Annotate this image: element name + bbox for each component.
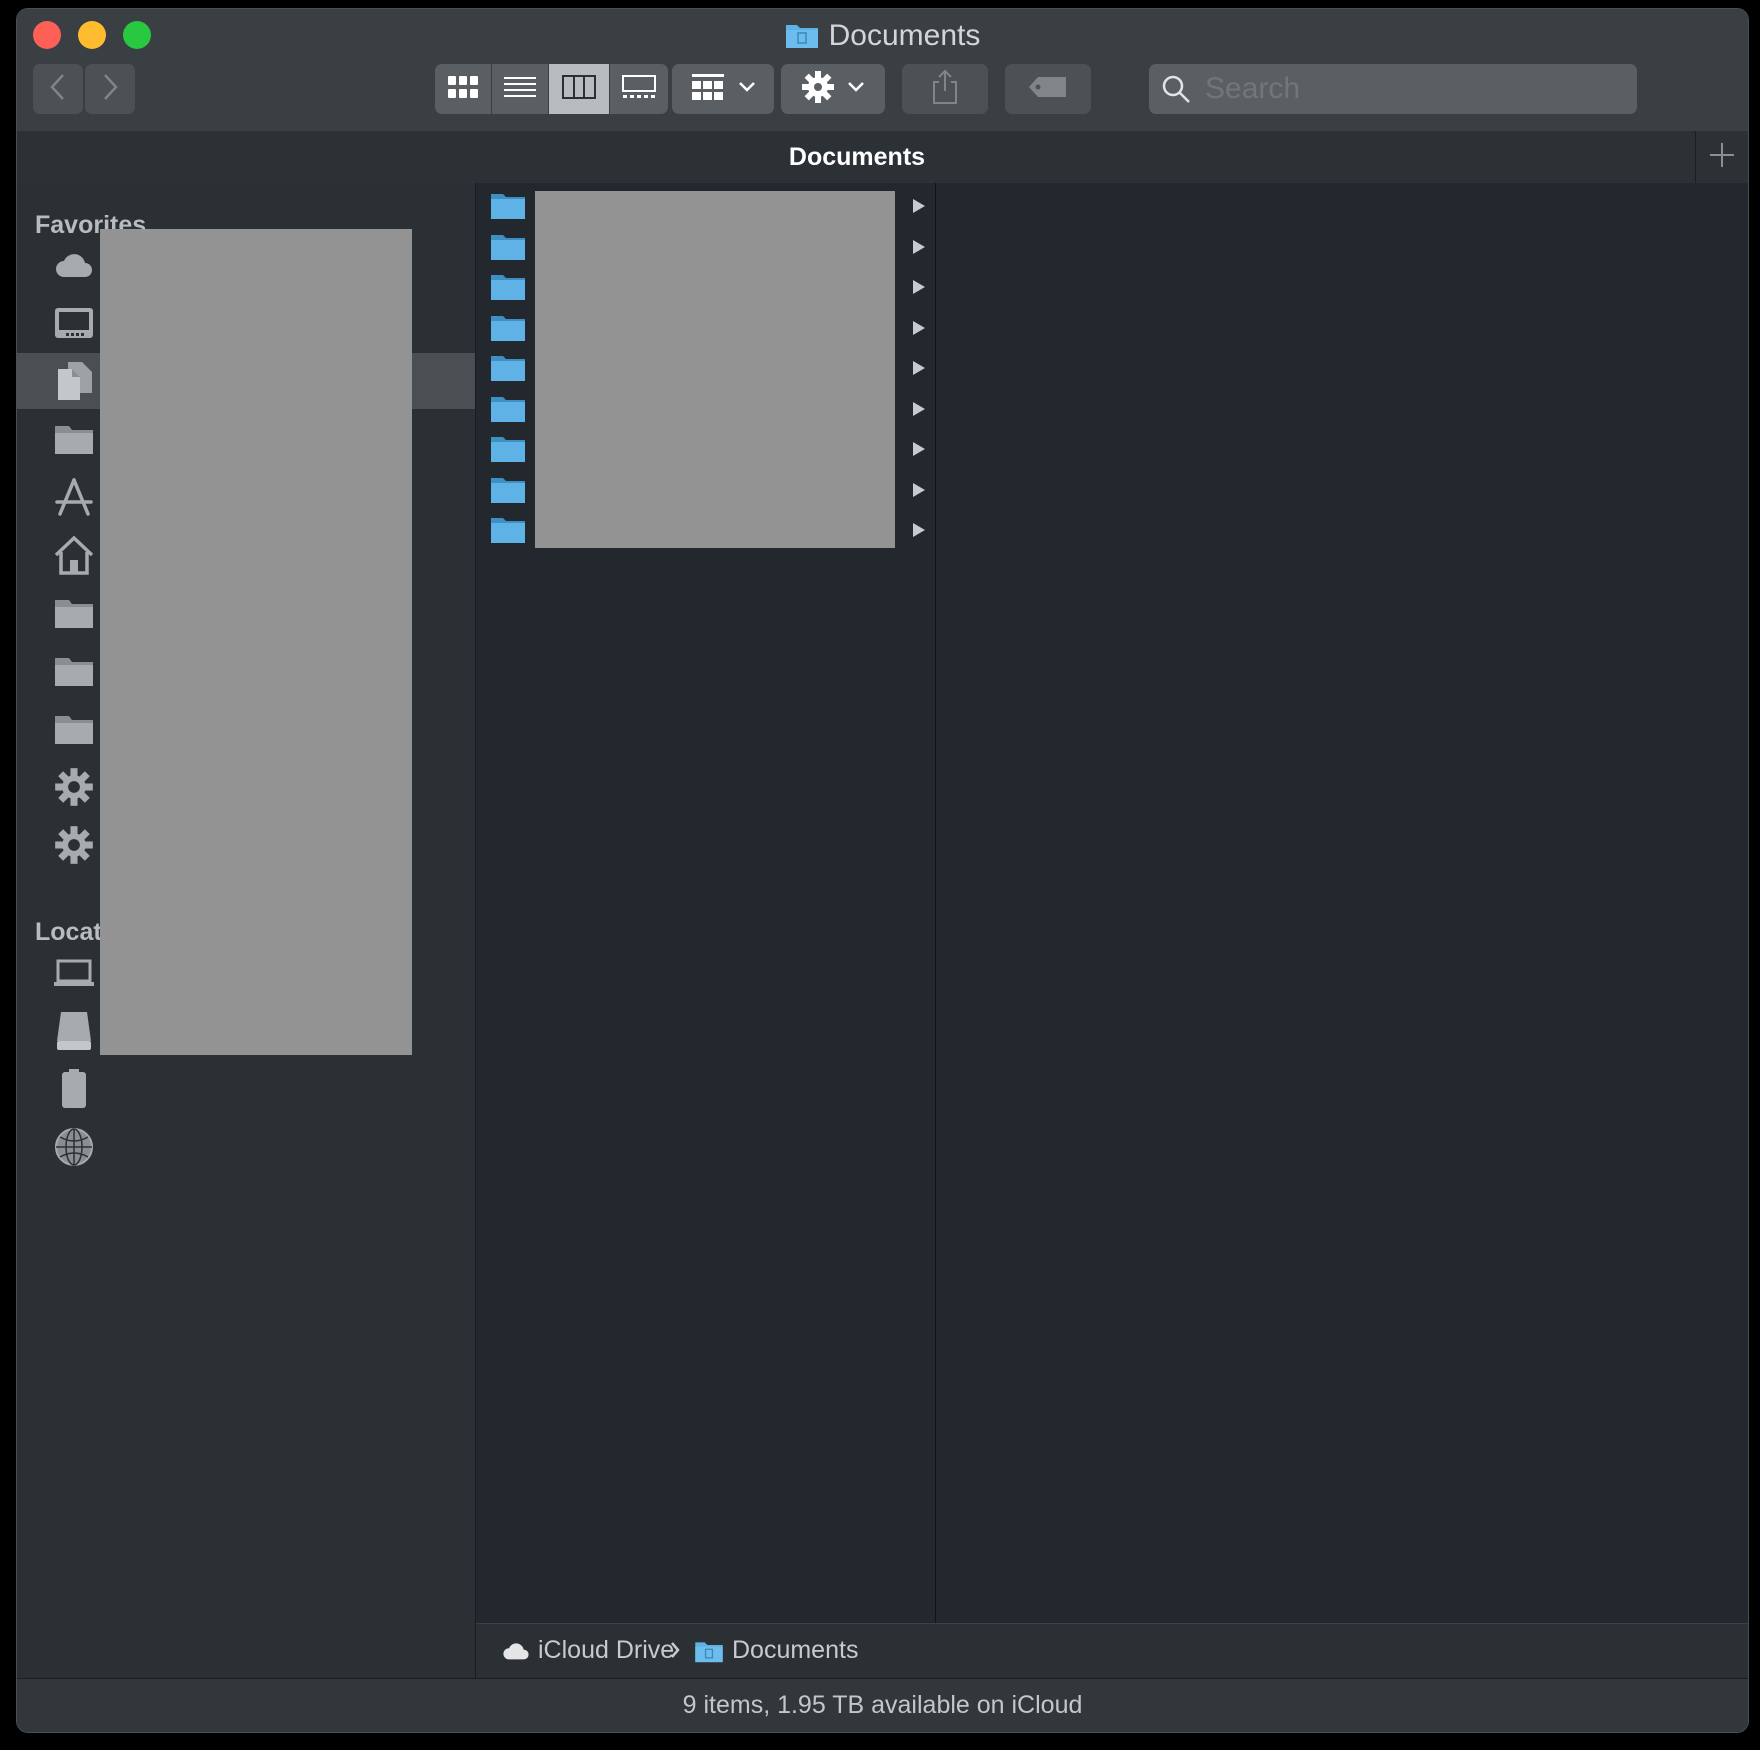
path-item-icloud[interactable]: iCloud Drive — [502, 1636, 674, 1665]
folder-icon — [490, 273, 526, 306]
search-field[interactable] — [1149, 64, 1637, 114]
disclosure-arrow-icon — [913, 280, 925, 294]
folder-icon — [54, 419, 94, 459]
folder-icon — [694, 1639, 724, 1663]
path-item-label: Documents — [732, 1636, 859, 1664]
chevron-right-icon — [100, 72, 120, 107]
chevron-right-icon — [669, 1641, 681, 1659]
plus-icon — [1709, 142, 1735, 173]
share-icon — [931, 69, 959, 110]
status-text: 9 items, 1.95 TB available on iCloud — [682, 1691, 1083, 1719]
tag-icon — [1028, 76, 1068, 103]
icon-view-button[interactable] — [435, 64, 491, 114]
folder-icon — [490, 435, 526, 468]
toolbar: Documents — [17, 9, 1748, 132]
disclosure-arrow-icon — [913, 320, 925, 335]
browser-column-empty — [936, 183, 1748, 1623]
folder-icon — [785, 21, 819, 57]
gear-icon — [801, 70, 835, 109]
device-icon — [54, 1069, 94, 1109]
home-icon — [54, 535, 94, 575]
forward-button[interactable] — [85, 64, 135, 114]
documents-icon — [54, 361, 94, 401]
action-button[interactable] — [781, 64, 885, 114]
disclosure-arrow-icon — [913, 442, 925, 456]
list-view-button[interactable] — [492, 64, 548, 114]
disclosure-arrow-icon — [913, 401, 925, 416]
sidebar-item-network[interactable] — [17, 1119, 475, 1175]
desktop-icon — [54, 303, 94, 343]
folder-icon — [490, 314, 526, 347]
folder-icon — [54, 651, 94, 691]
chevron-down-icon — [847, 80, 865, 98]
group-by-icon — [690, 73, 726, 106]
chevron-down-icon — [738, 80, 756, 98]
columns-icon — [562, 74, 596, 104]
disclosure-arrow-icon — [913, 523, 925, 537]
folder-icon — [54, 709, 94, 749]
sidebar-item-device[interactable] — [17, 1061, 475, 1117]
disclosure-arrow-icon — [913, 361, 925, 375]
group-by-button[interactable] — [672, 64, 774, 114]
status-bar: 9 items, 1.95 TB available on iCloud — [17, 1678, 1748, 1732]
laptop-icon — [54, 953, 94, 993]
redacted-area — [535, 191, 895, 548]
folder-icon — [490, 395, 526, 428]
folder-icon — [490, 354, 526, 387]
tab-documents[interactable]: Documents — [17, 143, 1697, 172]
column-view-button[interactable] — [549, 64, 609, 114]
tag-button[interactable] — [1005, 64, 1091, 114]
folder-icon — [490, 476, 526, 509]
new-tab-button[interactable] — [1695, 131, 1748, 183]
gear-icon — [54, 825, 94, 865]
search-input[interactable] — [1203, 71, 1627, 107]
sidebar: Favorites Locati — [17, 183, 476, 1678]
icloud-icon — [54, 245, 94, 285]
folder-icon — [490, 192, 526, 225]
finder-window: Documents Search Documents Favorites Loc… — [16, 8, 1749, 1733]
redacted-area — [100, 229, 412, 1055]
folder-icon — [490, 516, 526, 549]
window-title: Documents — [17, 19, 1748, 57]
icloud-icon — [502, 1641, 530, 1661]
grid-icon — [447, 75, 479, 104]
folder-icon — [490, 233, 526, 266]
applications-icon — [54, 477, 94, 517]
browser-column — [476, 183, 936, 1623]
network-icon — [54, 1127, 94, 1167]
gallery-view-button[interactable] — [610, 64, 668, 114]
disclosure-arrow-icon — [913, 239, 925, 254]
path-item-documents[interactable]: Documents — [694, 1636, 858, 1665]
chevron-left-icon — [48, 72, 68, 107]
disclosure-arrow-icon — [913, 199, 925, 213]
share-button[interactable] — [902, 64, 988, 114]
list-icon — [504, 76, 536, 103]
search-icon — [1161, 74, 1191, 104]
folder-icon — [54, 593, 94, 633]
path-bar: iCloud Drive Documents — [476, 1623, 1748, 1679]
gallery-icon — [622, 74, 656, 104]
window-title-text: Documents — [828, 19, 981, 52]
disk-icon — [54, 1011, 94, 1051]
gear-icon — [54, 767, 94, 807]
disclosure-arrow-icon — [913, 482, 925, 497]
tab-bar: Documents — [17, 131, 1748, 184]
path-item-label: iCloud Drive — [538, 1636, 675, 1664]
back-button[interactable] — [33, 64, 83, 114]
sidebar-locations-header: Locati — [35, 918, 109, 946]
